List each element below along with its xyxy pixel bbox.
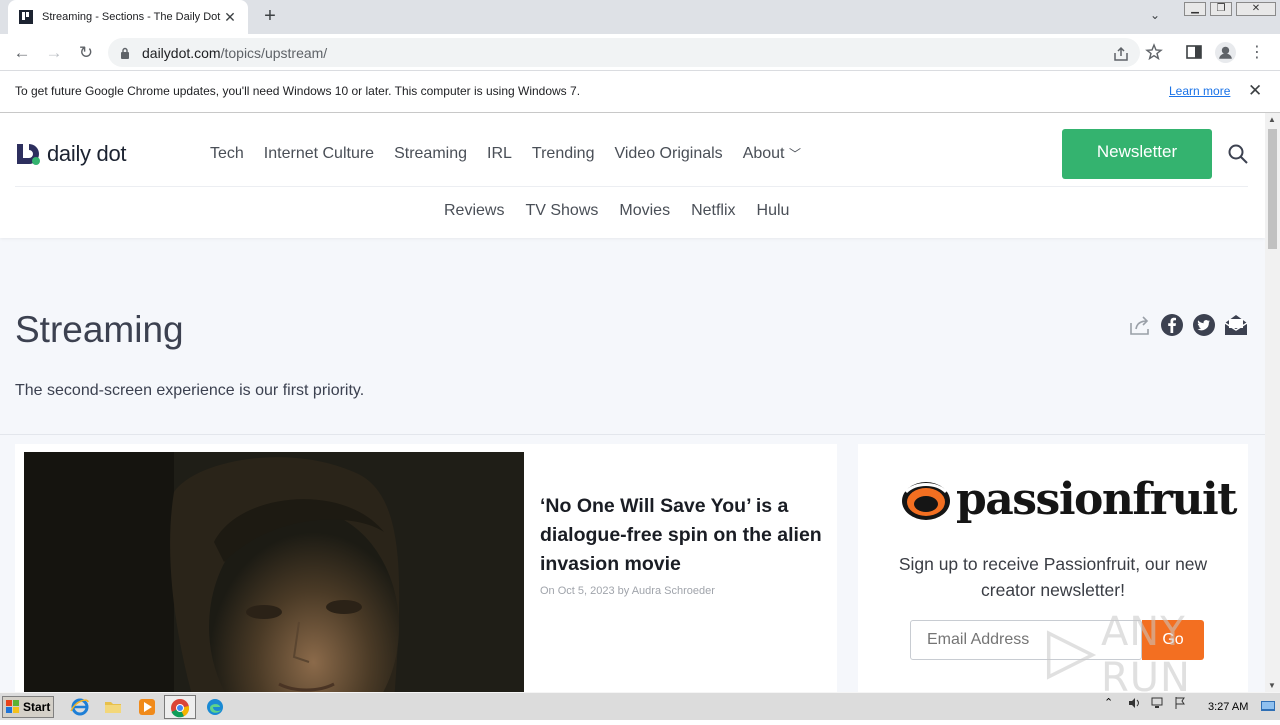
reload-icon[interactable]: ↻ — [75, 42, 97, 64]
media-player-icon[interactable] — [137, 697, 157, 717]
subnav-netflix[interactable]: Netflix — [691, 202, 735, 220]
back-arrow-icon[interactable]: ← — [11, 42, 33, 64]
article-meta: On Oct 5, 2023 by Audra Schroeder — [540, 585, 715, 597]
twitter-icon[interactable] — [1192, 313, 1216, 337]
tab-close-icon[interactable]: ✕ — [222, 9, 238, 26]
nav-tech[interactable]: Tech — [210, 145, 244, 163]
nav-irl[interactable]: IRL — [487, 145, 512, 163]
edge-icon[interactable] — [205, 697, 225, 717]
subnav-reviews[interactable]: Reviews — [444, 202, 504, 220]
main-nav: Tech Internet Culture Streaming IRL Tren… — [210, 145, 821, 163]
scroll-down-arrow-icon[interactable]: ▼ — [1268, 681, 1276, 690]
article-photo-illustration — [24, 452, 524, 692]
system-tray: ⌃ — [1104, 696, 1196, 710]
anyrun-watermark: ANY RUN — [1040, 609, 1265, 692]
tab-search-chevron-icon[interactable]: ⌄ — [1150, 8, 1160, 22]
subnav-hulu[interactable]: Hulu — [757, 202, 790, 220]
newsletter-button[interactable]: Newsletter — [1062, 129, 1212, 179]
browser-toolbar: ← → ↻ dailydot.com/topics/upstream/ ⋮ — [0, 34, 1280, 71]
volume-icon[interactable] — [1127, 696, 1141, 710]
minimize-window-icon[interactable]: ▁ — [1184, 2, 1206, 16]
chrome-icon — [171, 699, 190, 718]
restore-window-icon[interactable]: ❐ — [1210, 2, 1232, 16]
side-panel-icon[interactable] — [1185, 43, 1203, 61]
share-icons — [1128, 313, 1248, 337]
search-icon[interactable] — [1228, 144, 1248, 164]
nav-divider — [15, 186, 1248, 187]
tab-title: Streaming - Sections - The Daily Dot — [42, 11, 221, 23]
chrome-menu-icon[interactable]: ⋮ — [1246, 42, 1268, 64]
facebook-icon[interactable] — [1160, 313, 1184, 337]
page-title: Streaming — [15, 309, 184, 350]
new-tab-button[interactable]: + — [258, 5, 282, 29]
show-desktop-icon[interactable] — [1260, 698, 1276, 714]
browser-tab-strip: Streaming - Sections - The Daily Dot ✕ +… — [0, 0, 1280, 34]
section-description: The second-screen experience is our firs… — [15, 382, 365, 399]
url-path: /topics/upstream/ — [220, 44, 328, 61]
windows-taskbar: Start ⌃ 3:27 AM — [0, 692, 1280, 720]
internet-explorer-icon[interactable] — [70, 697, 90, 717]
start-label: Start — [23, 700, 51, 714]
lock-icon — [121, 47, 129, 59]
sub-nav: Reviews TV Shows Movies Netflix Hulu — [444, 202, 810, 220]
browser-tab[interactable]: Streaming - Sections - The Daily Dot ✕ — [8, 0, 248, 34]
infobar-close-icon[interactable]: ✕ — [1248, 81, 1262, 101]
chevron-down-icon: ﹀ — [788, 147, 801, 161]
nav-video-originals[interactable]: Video Originals — [614, 145, 722, 163]
scroll-thumb[interactable] — [1268, 129, 1277, 249]
share-icon[interactable] — [1128, 313, 1152, 337]
section-divider — [0, 434, 1265, 435]
anyrun-watermark-text: ANY RUN — [1100, 609, 1191, 692]
profile-avatar-icon[interactable] — [1215, 42, 1236, 63]
passionfruit-description: Sign up to receive Passionfruit, our new… — [898, 554, 1208, 600]
passionfruit-fruit-icon — [902, 481, 950, 520]
page-scrollbar[interactable]: ▲ ▼ — [1265, 113, 1280, 692]
passionfruit-logo[interactable]: passionfruit — [900, 474, 1238, 525]
nav-internet-culture[interactable]: Internet Culture — [264, 145, 374, 163]
forward-arrow-icon[interactable]: → — [43, 42, 65, 64]
network-icon[interactable] — [1150, 696, 1164, 710]
subnav-tv-shows[interactable]: TV Shows — [525, 202, 598, 220]
infobar-message: To get future Google Chrome updates, you… — [15, 84, 581, 98]
subnav-movies[interactable]: Movies — [619, 202, 670, 220]
address-bar[interactable]: dailydot.com/topics/upstream/ — [108, 38, 1140, 67]
action-center-flag-icon[interactable] — [1173, 696, 1187, 710]
page-viewport: daily dot Tech Internet Culture Streamin… — [0, 113, 1265, 692]
nav-about-label: About — [742, 145, 785, 162]
scroll-up-arrow-icon[interactable]: ▲ — [1268, 115, 1276, 124]
file-explorer-icon[interactable] — [103, 697, 123, 717]
daily-dot-logo-mark-icon — [17, 144, 40, 165]
taskbar-clock[interactable]: 3:27 AM — [1208, 701, 1248, 713]
bookmark-star-icon[interactable] — [1145, 43, 1163, 61]
nav-about[interactable]: About ﹀ — [743, 145, 801, 163]
anyrun-play-icon — [1046, 630, 1097, 680]
learn-more-link[interactable]: Learn more — [1169, 84, 1230, 98]
site-header: daily dot Tech Internet Culture Streamin… — [0, 113, 1265, 238]
article-title[interactable]: ‘No One Will Save You’ is a dialogue-fre… — [540, 492, 832, 579]
share-page-icon[interactable] — [1112, 45, 1130, 63]
nav-trending[interactable]: Trending — [532, 145, 595, 163]
passionfruit-brand-text: passionfruit — [956, 474, 1238, 525]
nav-streaming[interactable]: Streaming — [394, 145, 467, 163]
url-host: dailydot.com — [142, 44, 221, 61]
close-window-icon[interactable]: ✕ — [1236, 2, 1276, 16]
chrome-taskbar-button[interactable] — [164, 695, 196, 719]
tray-expand-icon[interactable]: ⌃ — [1104, 696, 1118, 710]
start-button[interactable]: Start — [2, 696, 54, 718]
logo-text: daily dot — [47, 141, 127, 166]
article-image[interactable] — [24, 452, 524, 692]
daily-dot-favicon-icon — [19, 10, 33, 24]
daily-dot-logo[interactable]: daily dot — [15, 141, 127, 167]
article-card[interactable]: ‘No One Will Save You’ is a dialogue-fre… — [15, 444, 837, 692]
update-infobar: To get future Google Chrome updates, you… — [0, 71, 1280, 113]
windows-logo-icon — [6, 700, 19, 713]
email-icon[interactable] — [1224, 313, 1248, 337]
